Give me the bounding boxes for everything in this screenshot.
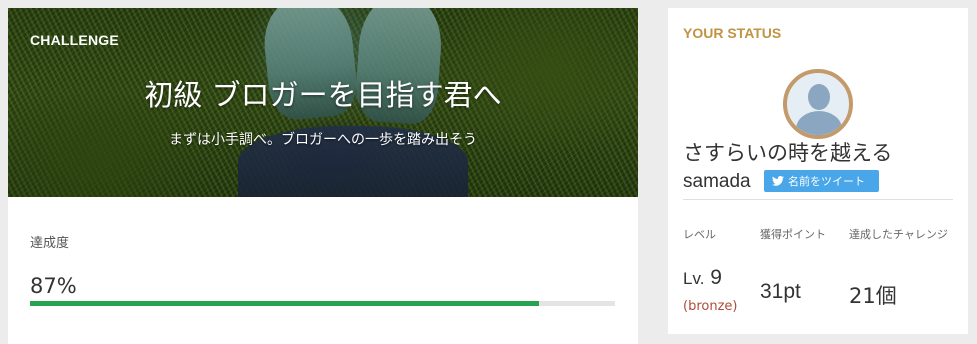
- level-label: レベル: [683, 228, 716, 241]
- status-card: YOUR STATUS さすらいの時を越える samada 名前をツイート レベ…: [668, 8, 968, 334]
- level-value: Lv. 9: [683, 266, 722, 289]
- status-heading: YOUR STATUS: [683, 25, 782, 41]
- progress-bar-fill: [30, 301, 539, 306]
- challenge-hero-image[interactable]: CHALLENGE 初級 ブロガーを目指す君へ まずは小手調べ。ブロガーへの一歩…: [8, 8, 638, 197]
- challenge-tag: CHALLENGE: [30, 32, 119, 48]
- tweet-name-button[interactable]: 名前をツイート: [764, 170, 879, 192]
- points-label: 獲得ポイント: [760, 228, 826, 241]
- stat-points: 獲得ポイント 31pt: [760, 228, 830, 303]
- challenges-value: 21個: [849, 284, 897, 308]
- stat-challenges: 達成したチャレンジ 21個: [849, 228, 959, 308]
- tweet-button-label: 名前をツイート: [788, 175, 865, 188]
- challenge-subtitle: まずは小手調べ。ブロガーへの一歩を踏み出そう: [169, 132, 477, 148]
- progress-label: 達成度: [30, 236, 70, 251]
- points-value: 31pt: [760, 280, 801, 303]
- user-avatar-icon: [783, 69, 853, 139]
- progress-value: 87%: [30, 274, 77, 298]
- status-divider: [683, 199, 953, 200]
- stat-level: レベル Lv. 9 (bronze): [683, 228, 737, 314]
- user-name: samada: [683, 171, 751, 192]
- challenge-title[interactable]: 初級 ブロガーを目指す君へ: [8, 72, 638, 114]
- twitter-bird-icon: [772, 176, 784, 186]
- challenge-card[interactable]: CHALLENGE 初級 ブロガーを目指す君へ まずは小手調べ。ブロガーへの一歩…: [8, 8, 638, 344]
- challenges-label: 達成したチャレンジ: [849, 228, 948, 241]
- level-rank: (bronze): [683, 299, 738, 314]
- progress-bar: [30, 301, 615, 306]
- user-title: さすらいの時を越える: [683, 141, 893, 165]
